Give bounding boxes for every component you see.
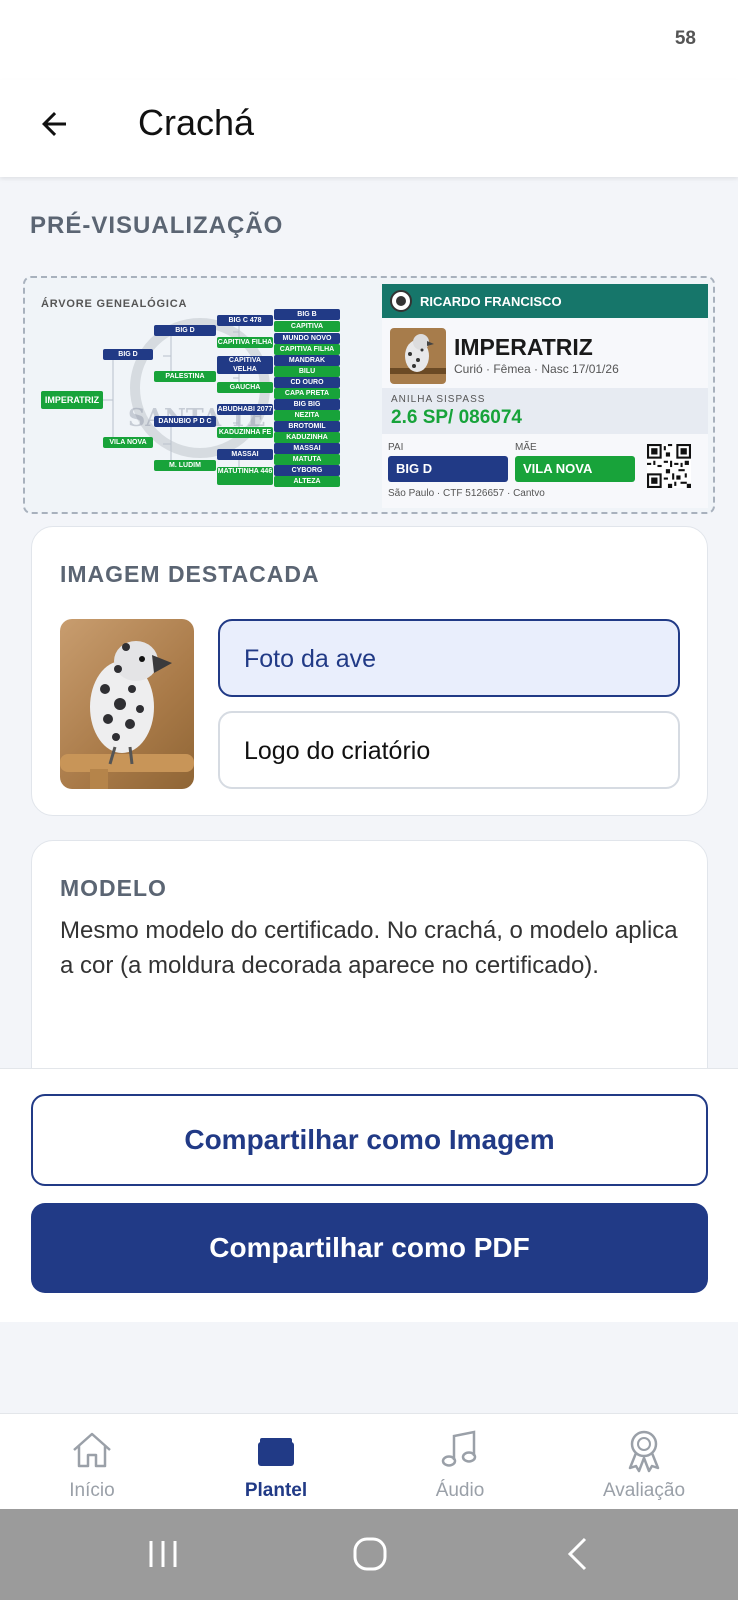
ring-box: ANILHA SISPASS 2.6 SP/ 086074: [382, 388, 708, 434]
model-title: MODELO: [60, 875, 167, 901]
tree-node: CAPITIVA: [274, 321, 340, 332]
music-note-icon: [441, 1430, 477, 1467]
mother-label: MÃE: [515, 442, 537, 453]
bottom-navigation: Início Plantel Áudio Avaliação: [0, 1413, 738, 1509]
ring-value: 2.6 SP/ 086074: [391, 407, 522, 428]
featured-image-thumbnail: [60, 619, 194, 789]
mother-value: VILA NOVA: [515, 456, 635, 482]
tree-node: BROTOMIL: [274, 421, 340, 432]
tree-node: CYBORG: [274, 465, 340, 476]
arrow-left-icon: [42, 112, 66, 136]
battery-level: 58: [674, 28, 696, 49]
featured-image-title: IMAGEM DESTACADA: [60, 561, 320, 587]
nav-item-audio[interactable]: Áudio: [368, 1414, 552, 1510]
badge-card: RICARDO FRANCISCO IMPERATRIZ Curió · Fêm…: [382, 284, 708, 508]
card-header: RICARDO FRANCISCO: [382, 284, 708, 318]
tree-node: BIG BIG: [274, 399, 340, 410]
nav-label: Plantel: [244, 1480, 308, 1501]
share-image-button[interactable]: Compartilhar como Imagem: [31, 1094, 708, 1186]
tree-node: BILU: [274, 366, 340, 377]
page-title: Crachá: [138, 102, 255, 143]
bird-photo: [390, 328, 446, 384]
ring-label: ANILHA SISPASS: [391, 394, 486, 405]
tree-node: VILA NOVA: [103, 437, 153, 448]
tree-node: MATUTA: [274, 454, 340, 465]
tree-node: MASSAI: [274, 443, 340, 454]
tree-node: CAPITIVA VELHA: [217, 356, 273, 374]
option-breeder-logo[interactable]: Logo do criatório: [218, 711, 680, 789]
system-navigation-bar: [0, 1509, 738, 1600]
tree-node: BIG C 478: [217, 315, 273, 326]
status-bar: 58: [0, 0, 738, 80]
father-value: BIG D: [388, 456, 508, 482]
share-pdf-button[interactable]: Compartilhar como PDF: [31, 1203, 708, 1293]
tree-node: M. LUDIM: [154, 460, 216, 471]
bird-photo-illustration: [60, 641, 194, 789]
tree-node: GAUCHA: [217, 382, 273, 393]
tree-node: NEZITA: [274, 410, 340, 421]
home-button-icon[interactable]: [345, 1529, 395, 1579]
tree-node: ABUDHABI 2077: [217, 404, 273, 415]
model-panel: MODELO Mesmo modelo do certificado. No c…: [31, 840, 708, 1100]
tree-node: PALESTINA: [154, 371, 216, 382]
tree-node: DANUBIO P D C: [154, 416, 216, 427]
option-bird-photo[interactable]: Foto da ave: [218, 619, 680, 697]
tree-node: BIG D: [154, 325, 216, 336]
tree-node: CD OURO: [274, 377, 340, 388]
nav-item-evaluation[interactable]: Avaliação: [552, 1414, 736, 1510]
cages-icon: [258, 1438, 294, 1466]
father-label: PAI: [388, 442, 404, 453]
nav-label: Início: [69, 1480, 115, 1501]
tree-node: CAPITIVA FILHA: [217, 337, 273, 348]
model-description: Mesmo modelo do certificado. No crachá, …: [60, 917, 678, 979]
tree-node: MASSAI: [217, 449, 273, 460]
tree-node: MATUTINHA 446: [217, 467, 273, 485]
recent-apps-icon[interactable]: [138, 1529, 188, 1579]
home-icon: [73, 1432, 111, 1468]
nav-label: Avaliação: [602, 1480, 686, 1501]
tree-node: CAPITIVA FILHA: [274, 344, 340, 355]
tree-node: BIG D: [103, 349, 153, 360]
nav-label: Áudio: [435, 1480, 485, 1501]
tree-node: KADUZINHA FE: [217, 427, 273, 438]
featured-image-panel: IMAGEM DESTACADA Foto da ave Logo do cri…: [31, 526, 708, 816]
back-nav-icon[interactable]: [553, 1529, 603, 1579]
tree-node: ALTEZA: [274, 476, 340, 487]
nav-item-plantel[interactable]: Plantel: [184, 1414, 368, 1510]
card-footer: São Paulo · CTF 5126657 · Cantvo: [388, 488, 545, 499]
card-bird-name: IMPERATRIZ: [454, 334, 593, 360]
bird-illustration: [390, 334, 446, 374]
back-button[interactable]: [30, 100, 78, 148]
badge-preview: ÁRVORE GENEALÓGICA SANTA TE IMPERATRIZ B…: [23, 276, 715, 514]
tree-node: IMPERATRIZ: [41, 391, 103, 409]
tree-node: CAPA PRETA: [274, 388, 340, 399]
tree-node: BIG B: [274, 309, 340, 320]
app-bar: Crachá: [0, 80, 738, 177]
breeder-logo: [390, 290, 412, 312]
action-sheet: Compartilhar como Imagem Compartilhar co…: [0, 1068, 738, 1322]
qr-code-icon: [647, 444, 691, 488]
tree-node: MANDRAK: [274, 355, 340, 366]
award-icon: [628, 1430, 660, 1473]
card-bird-details: Curió · Fêmea · Nasc 17/01/26: [454, 362, 619, 376]
tree-node: MUNDO NOVO: [274, 333, 340, 344]
tree-node: KADUZINHA: [274, 432, 340, 443]
nav-item-home[interactable]: Início: [0, 1414, 184, 1510]
owner-name: RICARDO FRANCISCO: [420, 294, 562, 309]
preview-section-label: PRÉ-VISUALIZAÇÃO: [30, 212, 284, 239]
